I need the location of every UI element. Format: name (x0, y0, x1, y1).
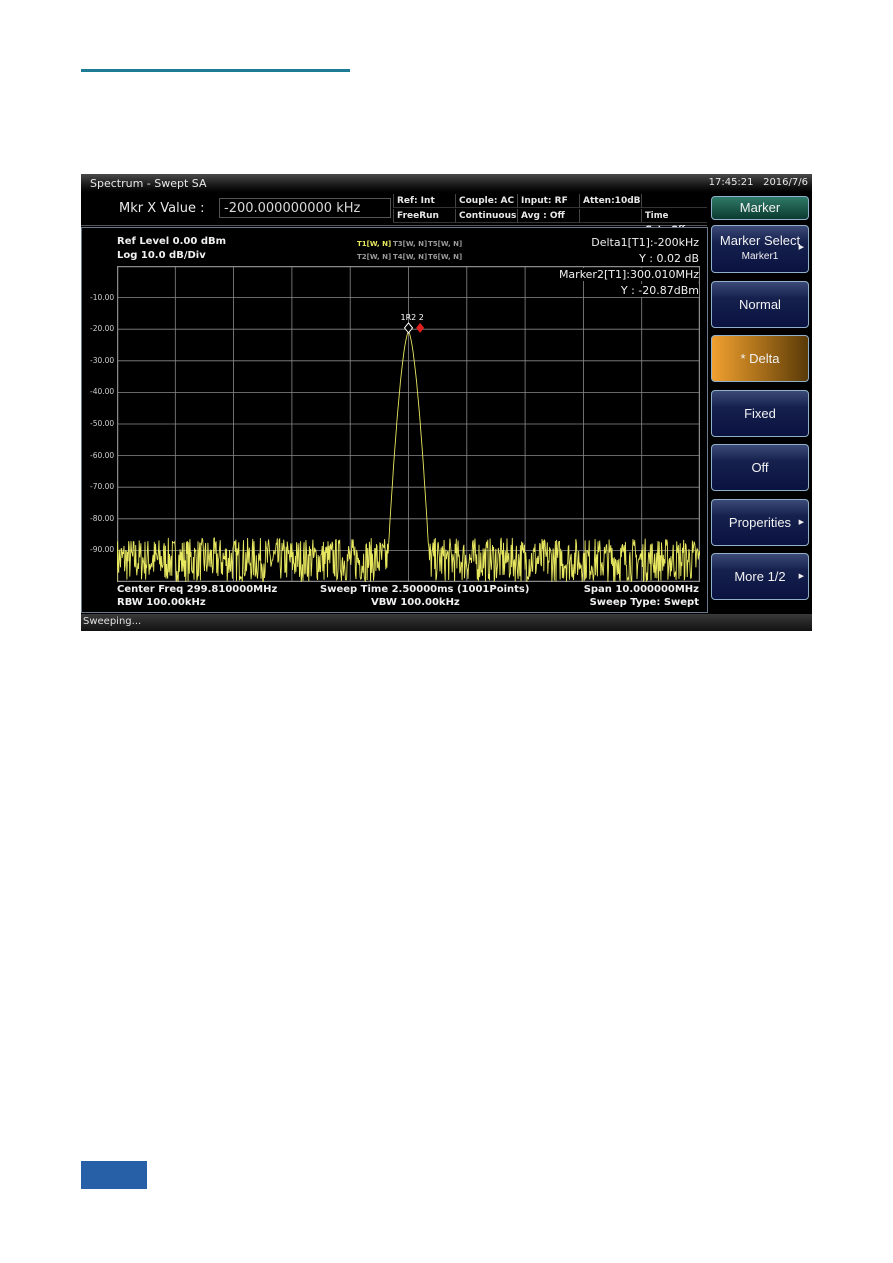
clock: 17:45:21 2016/7/6 (709, 177, 808, 188)
softkey-properties[interactable]: Properities ▶ (711, 499, 809, 546)
avg-status: Avg : Off (517, 209, 579, 223)
softkey-label: More 1/2 (734, 569, 786, 584)
page-tab-marker (81, 1161, 147, 1189)
trace-label-t3[interactable]: T3[W, N] (393, 240, 427, 248)
atten-status: Atten:10dB (579, 194, 641, 208)
delta-y-readout: Y : 0.02 dB (639, 252, 699, 265)
trace-label-t6[interactable]: T6[W, N] (428, 253, 462, 261)
softkey-panel: Marker Marker Select Marker1 ▶ Normal * … (708, 193, 812, 614)
span: Span 10.000000MHz (583, 584, 699, 595)
submenu-arrow-icon: ▶ (798, 244, 804, 251)
status-bar: Sweeping... (81, 614, 812, 631)
trigger-status: FreeRun (393, 209, 455, 223)
y-tick-label: -50.00 (90, 419, 115, 428)
center-freq: Center Freq 299.810000MHz (117, 584, 278, 595)
softkey-delta[interactable]: * Delta (711, 335, 809, 382)
softkey-label: Fixed (744, 406, 776, 421)
softkey-more[interactable]: More 1/2 ▶ (711, 553, 809, 600)
ref-level: Ref Level 0.00 dBm (117, 236, 227, 247)
trace-label-t5[interactable]: T5[W, N] (428, 240, 462, 248)
y-tick-label: -80.00 (90, 513, 115, 523)
blank-status-2 (641, 194, 707, 208)
status-grid: Ref: Int FreeRun Couple: AC Continuous I… (393, 194, 707, 235)
time: 17:45:21 (708, 177, 754, 188)
softkey-normal[interactable]: Normal (711, 281, 809, 328)
mkr-x-value-input[interactable]: -200.000000000 kHz (219, 198, 391, 218)
y-tick-label: -60.00 (90, 450, 115, 460)
softkey-label: Marker Select (719, 233, 801, 248)
y-tick-label: -40.00 (90, 387, 115, 397)
title-bar: Spectrum - Swept SA 17:45:21 2016/7/6 (81, 174, 812, 192)
submenu-arrow-icon: ▶ (798, 519, 804, 526)
input-status: Input: RF (517, 194, 579, 208)
softkey-label: Properities (728, 515, 792, 530)
trace-label-t1[interactable]: T1[W, N] (357, 240, 391, 248)
sweep-type: Sweep Type: Swept (589, 597, 699, 608)
reference-marker-icon (403, 322, 414, 334)
softkey-fixed[interactable]: Fixed (711, 390, 809, 437)
window-title: Spectrum - Swept SA (90, 177, 207, 190)
trace-label-t4[interactable]: T4[W, N] (393, 253, 427, 261)
spectrum-plot[interactable]: 1R2 2 (117, 266, 700, 582)
y-tick-label: -70.00 (90, 482, 115, 492)
sweep-time: Sweep Time 2.50000ms (1001Points) (320, 584, 530, 595)
marker2-y-readout: Y : -20.87dBm (620, 284, 699, 297)
time-gate-status: Time Gate:Off (641, 209, 707, 235)
y-tick-label: -90.00 (90, 545, 115, 555)
softkey-label: Off (751, 460, 769, 475)
trace-label-t2[interactable]: T2[W, N] (357, 253, 391, 261)
marker-tag: 1R2 2 (401, 313, 424, 322)
menu-title: Marker (711, 196, 809, 220)
y-tick-label: -10.00 (90, 292, 115, 302)
y-tick-label: -20.00 (90, 324, 115, 334)
analyzer-screen: Spectrum - Swept SA 17:45:21 2016/7/6 Mk… (81, 174, 812, 631)
blank-status (579, 209, 641, 223)
couple-status: Couple: AC (455, 194, 517, 208)
softkey-label: * Delta (740, 351, 780, 366)
ref-status: Ref: Int (393, 194, 455, 208)
softkey-marker-select[interactable]: Marker Select Marker1 ▶ (711, 225, 809, 273)
date: 2016/7/6 (763, 177, 808, 188)
softkey-label: Normal (739, 297, 781, 312)
status-text: Sweeping... (83, 616, 142, 627)
softkey-off[interactable]: Off (711, 444, 809, 491)
delta-marker-icon (416, 322, 425, 333)
y-tick-label: -30.00 (90, 355, 115, 365)
marker-entry-bar: Mkr X Value : -200.000000000 kHz Ref: In… (81, 193, 707, 235)
rbw: RBW 100.00kHz (117, 597, 206, 608)
plot-frame: Ref Level 0.00 dBm Log 10.0 dB/Div T1[W,… (81, 227, 708, 613)
submenu-arrow-icon: ▶ (798, 573, 804, 580)
marker2-readout: Marker2[T1]:300.010MHz (558, 268, 699, 281)
section-rule (81, 69, 350, 72)
softkey-sublabel: Marker1 (741, 251, 779, 262)
vbw: VBW 100.00kHz (371, 597, 460, 608)
delta-readout: Delta1[T1]:-200kHz (591, 236, 699, 249)
mkr-x-label: Mkr X Value : (119, 201, 205, 216)
scale: Log 10.0 dB/Div (117, 250, 206, 261)
sweep-mode-status: Continuous (455, 209, 517, 223)
